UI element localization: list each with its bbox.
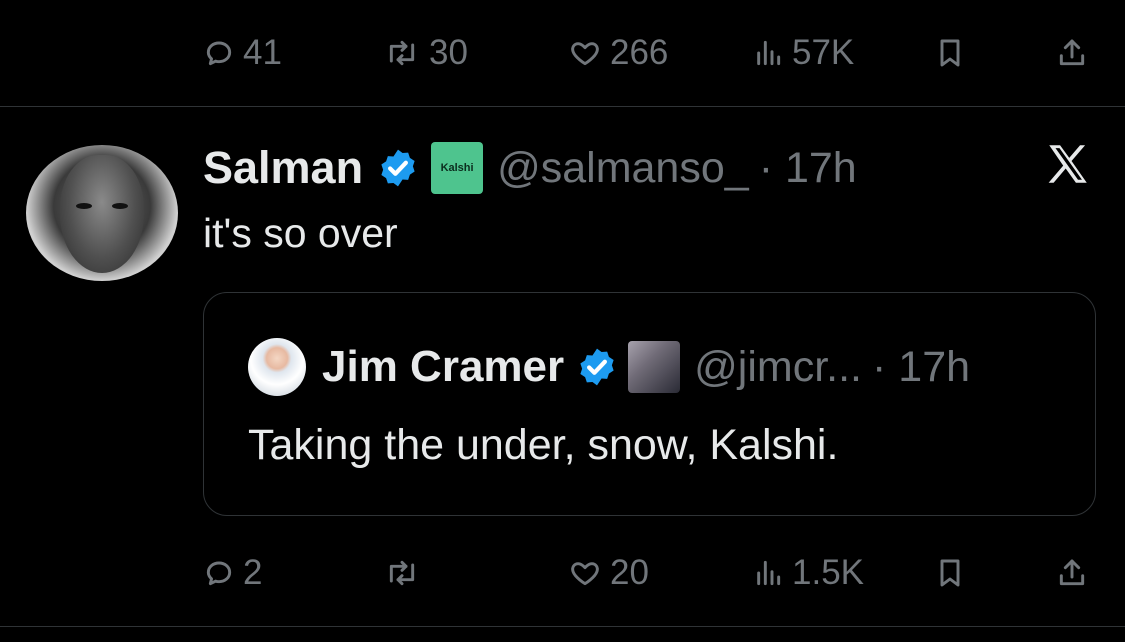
repost-count: 30 xyxy=(429,33,468,72)
view-count: 57K xyxy=(792,33,855,72)
heart-icon xyxy=(571,42,599,66)
bookmark-icon xyxy=(940,559,960,587)
kalshi-label: Kalshi xyxy=(440,162,474,174)
top-action-bar: 41 30 266 57K xyxy=(0,23,1125,83)
share-button[interactable] xyxy=(1056,543,1088,603)
quote-verified-badge-icon[interactable] xyxy=(576,346,618,388)
reply-count: 2 xyxy=(243,553,263,592)
reply-button[interactable]: 2 xyxy=(203,543,262,603)
view-count: 1.5K xyxy=(792,553,864,592)
avatar[interactable] xyxy=(26,145,178,281)
like-button[interactable]: 266 xyxy=(568,23,668,83)
quote-handle[interactable]: @jimcr... xyxy=(694,343,862,392)
quote-affiliation-image[interactable] xyxy=(628,341,681,393)
bottom-action-bar: 2 20 1.5K xyxy=(0,543,1125,603)
avatar-eye-right xyxy=(112,203,128,209)
reply-count: 41 xyxy=(243,33,282,72)
repost-button[interactable]: 30 xyxy=(383,23,468,83)
quote-tweet-card[interactable]: Jim Cramer @jimcr... · 17h Taking the un… xyxy=(203,292,1096,516)
share-button[interactable] xyxy=(1056,23,1088,83)
share-icon xyxy=(1059,39,1085,66)
reply-icon xyxy=(206,561,232,586)
repost-button[interactable] xyxy=(383,543,429,603)
quote-timestamp[interactable]: · 17h xyxy=(872,343,970,392)
divider xyxy=(0,626,1125,627)
bookmark-icon xyxy=(940,39,960,67)
handle[interactable]: @salmanso_ xyxy=(497,144,749,193)
quote-text: Taking the under, snow, Kalshi. xyxy=(248,421,839,469)
analytics-icon xyxy=(757,560,781,586)
repost-icon xyxy=(389,560,415,586)
views-button[interactable]: 1.5K xyxy=(752,543,864,603)
quote-display-name[interactable]: Jim Cramer xyxy=(322,342,564,392)
reply-button[interactable]: 41 xyxy=(203,23,282,83)
avatar-eye-left xyxy=(76,203,92,209)
bookmark-button[interactable] xyxy=(934,543,966,603)
quote-header: Jim Cramer @jimcr... · 17h xyxy=(248,338,970,396)
like-count: 20 xyxy=(610,553,649,592)
repost-icon xyxy=(389,40,415,66)
like-count: 266 xyxy=(610,33,669,72)
heart-icon xyxy=(571,562,599,586)
tweet-header: Salman Kalshi @salmanso_ · 17h xyxy=(203,140,857,196)
bookmark-button[interactable] xyxy=(934,23,966,83)
like-button[interactable]: 20 xyxy=(568,543,649,603)
verified-badge-icon[interactable] xyxy=(377,147,419,189)
views-button[interactable]: 57K xyxy=(752,23,854,83)
share-icon xyxy=(1059,559,1085,586)
divider xyxy=(0,106,1125,107)
quote-avatar[interactable] xyxy=(248,338,306,396)
analytics-icon xyxy=(757,40,781,66)
tweet-text: it's so over xyxy=(203,210,398,256)
display-name[interactable]: Salman xyxy=(203,142,363,194)
x-logo-icon xyxy=(1048,145,1087,183)
kalshi-affiliation-badge[interactable]: Kalshi xyxy=(431,142,484,194)
avatar-face xyxy=(60,155,144,273)
timestamp[interactable]: · 17h xyxy=(759,144,857,193)
reply-icon xyxy=(206,41,232,66)
